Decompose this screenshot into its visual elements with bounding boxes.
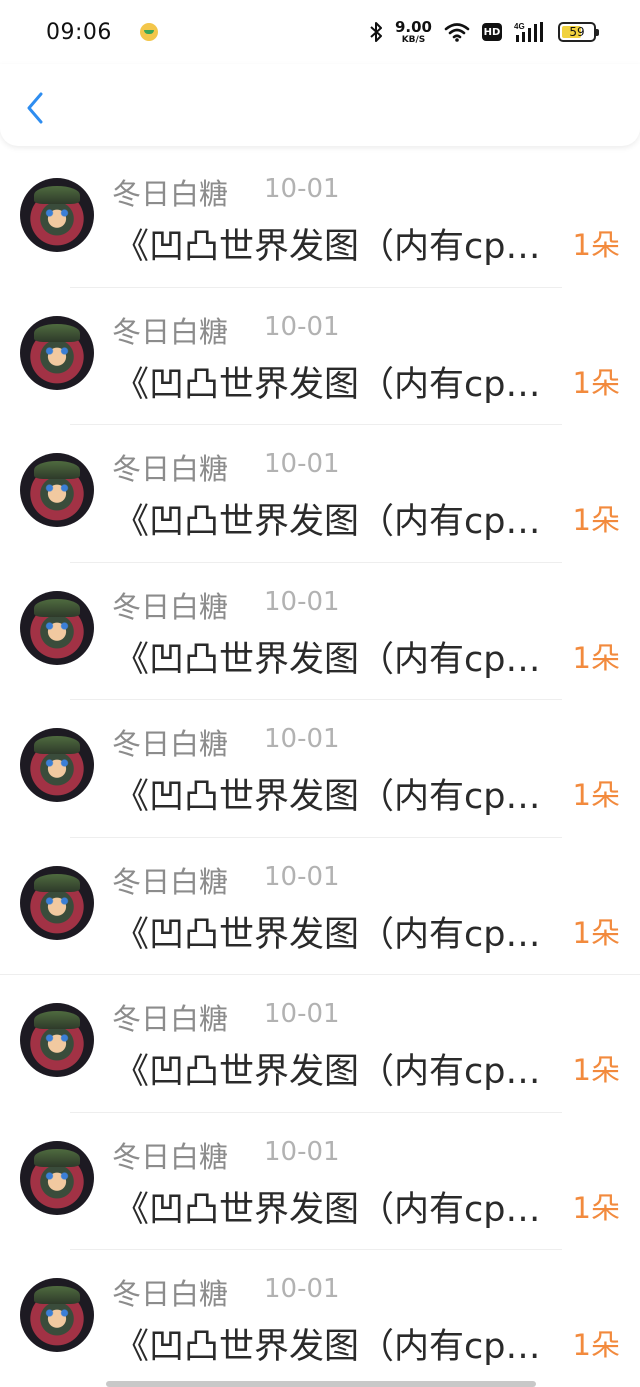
navigation-bar [0, 64, 640, 146]
flower-count: 1朵 [572, 1328, 620, 1362]
user-name: 冬日白糖 [112, 864, 229, 899]
list-item[interactable]: 冬日白糖 10-01 《凹凸世界发图（内有cp）》 1朵 [0, 150, 640, 288]
user-name: 冬日白糖 [112, 727, 229, 761]
status-time: 09:06 [46, 19, 112, 45]
item-date: 10-01 [264, 1274, 340, 1304]
user-name: 冬日白糖 [112, 1277, 229, 1311]
battery-icon: 59 [558, 22, 599, 42]
post-title: 《凹凸世界发图（内有cp）》 [114, 1327, 548, 1367]
hd-voice-badge: HD [482, 23, 502, 41]
status-bar: 09:06 9.00 KB/S HD 4G 59 [0, 0, 640, 64]
status-indicators: 9.00 KB/S HD 4G 59 [369, 16, 599, 48]
item-date: 10-01 [264, 586, 340, 617]
list-item[interactable]: 冬日白糖 10-01 《凹凸世界发图（内有cp）》 1朵 [0, 1113, 640, 1250]
list-item[interactable]: 冬日白糖 10-01 《凹凸世界发图（内有cp）》 1朵 [0, 838, 640, 975]
flower-count: 1朵 [572, 365, 620, 400]
flower-count: 1朵 [572, 915, 620, 950]
list-item[interactable]: 冬日白糖 10-01 《凹凸世界发图（内有cp）》 1朵 [0, 700, 640, 838]
flower-count: 1朵 [572, 1053, 620, 1087]
avatar[interactable] [20, 1140, 94, 1215]
network-speed: 9.00 KB/S [394, 17, 432, 45]
item-date: 10-01 [264, 1136, 340, 1167]
list-item[interactable]: 冬日白糖 10-01 《凹凸世界发图（内有cp）》 1朵 [0, 425, 640, 563]
item-date: 10-01 [264, 999, 340, 1029]
list-item[interactable]: 冬日白糖 10-01 《凹凸世界发图（内有cp）》 1朵 [0, 288, 640, 425]
avatar[interactable] [20, 728, 94, 802]
back-button[interactable] [20, 90, 50, 126]
avatar[interactable] [20, 865, 94, 940]
post-title: 《凹凸世界发图（内有cp）》 [114, 914, 548, 955]
item-date: 10-01 [264, 174, 340, 204]
network-type: 4G [514, 22, 525, 31]
chevron-left-icon [27, 92, 43, 124]
user-name: 冬日白糖 [112, 452, 229, 486]
battery-level: 59 [569, 25, 585, 39]
list-item[interactable]: 冬日白糖 10-01 《凹凸世界发图（内有cp）》 1朵 [0, 563, 640, 700]
post-title: 《凹凸世界发图（内有cp）》 [114, 777, 548, 817]
network-speed-unit: KB/S [401, 34, 426, 45]
flower-count: 1朵 [572, 778, 620, 812]
post-title: 《凹凸世界发图（内有cp）》 [114, 227, 548, 267]
user-name: 冬日白糖 [112, 1139, 229, 1174]
post-title: 《凹凸世界发图（内有cp）》 [114, 639, 548, 680]
wifi-icon [444, 22, 470, 42]
user-name: 冬日白糖 [112, 314, 229, 349]
signal-icon: 4G [514, 21, 546, 43]
list-item[interactable]: 冬日白糖 10-01 《凹凸世界发图（内有cp）》 1朵 [0, 975, 640, 1113]
user-name: 冬日白糖 [112, 177, 229, 211]
avatar[interactable] [20, 590, 94, 665]
user-name: 冬日白糖 [112, 1002, 229, 1036]
bluetooth-icon [369, 21, 383, 43]
post-title: 《凹凸世界发图（内有cp）》 [114, 1189, 548, 1230]
item-date: 10-01 [264, 449, 340, 479]
item-date: 10-01 [264, 311, 340, 342]
avatar[interactable] [20, 315, 94, 390]
flower-count: 1朵 [572, 228, 620, 262]
network-speed-value: 9.00 [394, 17, 432, 36]
app-notification-icon [139, 23, 158, 41]
post-title: 《凹凸世界发图（内有cp）》 [114, 1052, 548, 1092]
avatar[interactable] [20, 1003, 94, 1077]
avatar[interactable] [20, 453, 94, 527]
flower-count: 1朵 [572, 640, 620, 675]
gift-record-list: 冬日白糖 10-01 《凹凸世界发图（内有cp）》 1朵 冬日白糖 10-01 … [0, 150, 640, 1387]
home-indicator[interactable] [106, 1381, 536, 1387]
list-item[interactable]: 冬日白糖 10-01 《凹凸世界发图（内有cp）》 1朵 [0, 1250, 640, 1387]
flower-count: 1朵 [572, 1190, 620, 1225]
flower-count: 1朵 [572, 503, 620, 537]
item-date: 10-01 [264, 724, 340, 754]
user-name: 冬日白糖 [112, 589, 229, 624]
post-title: 《凹凸世界发图（内有cp）》 [114, 502, 548, 542]
item-date: 10-01 [264, 861, 340, 892]
avatar[interactable] [20, 1278, 94, 1352]
avatar[interactable] [20, 178, 94, 252]
post-title: 《凹凸世界发图（内有cp）》 [114, 364, 548, 405]
